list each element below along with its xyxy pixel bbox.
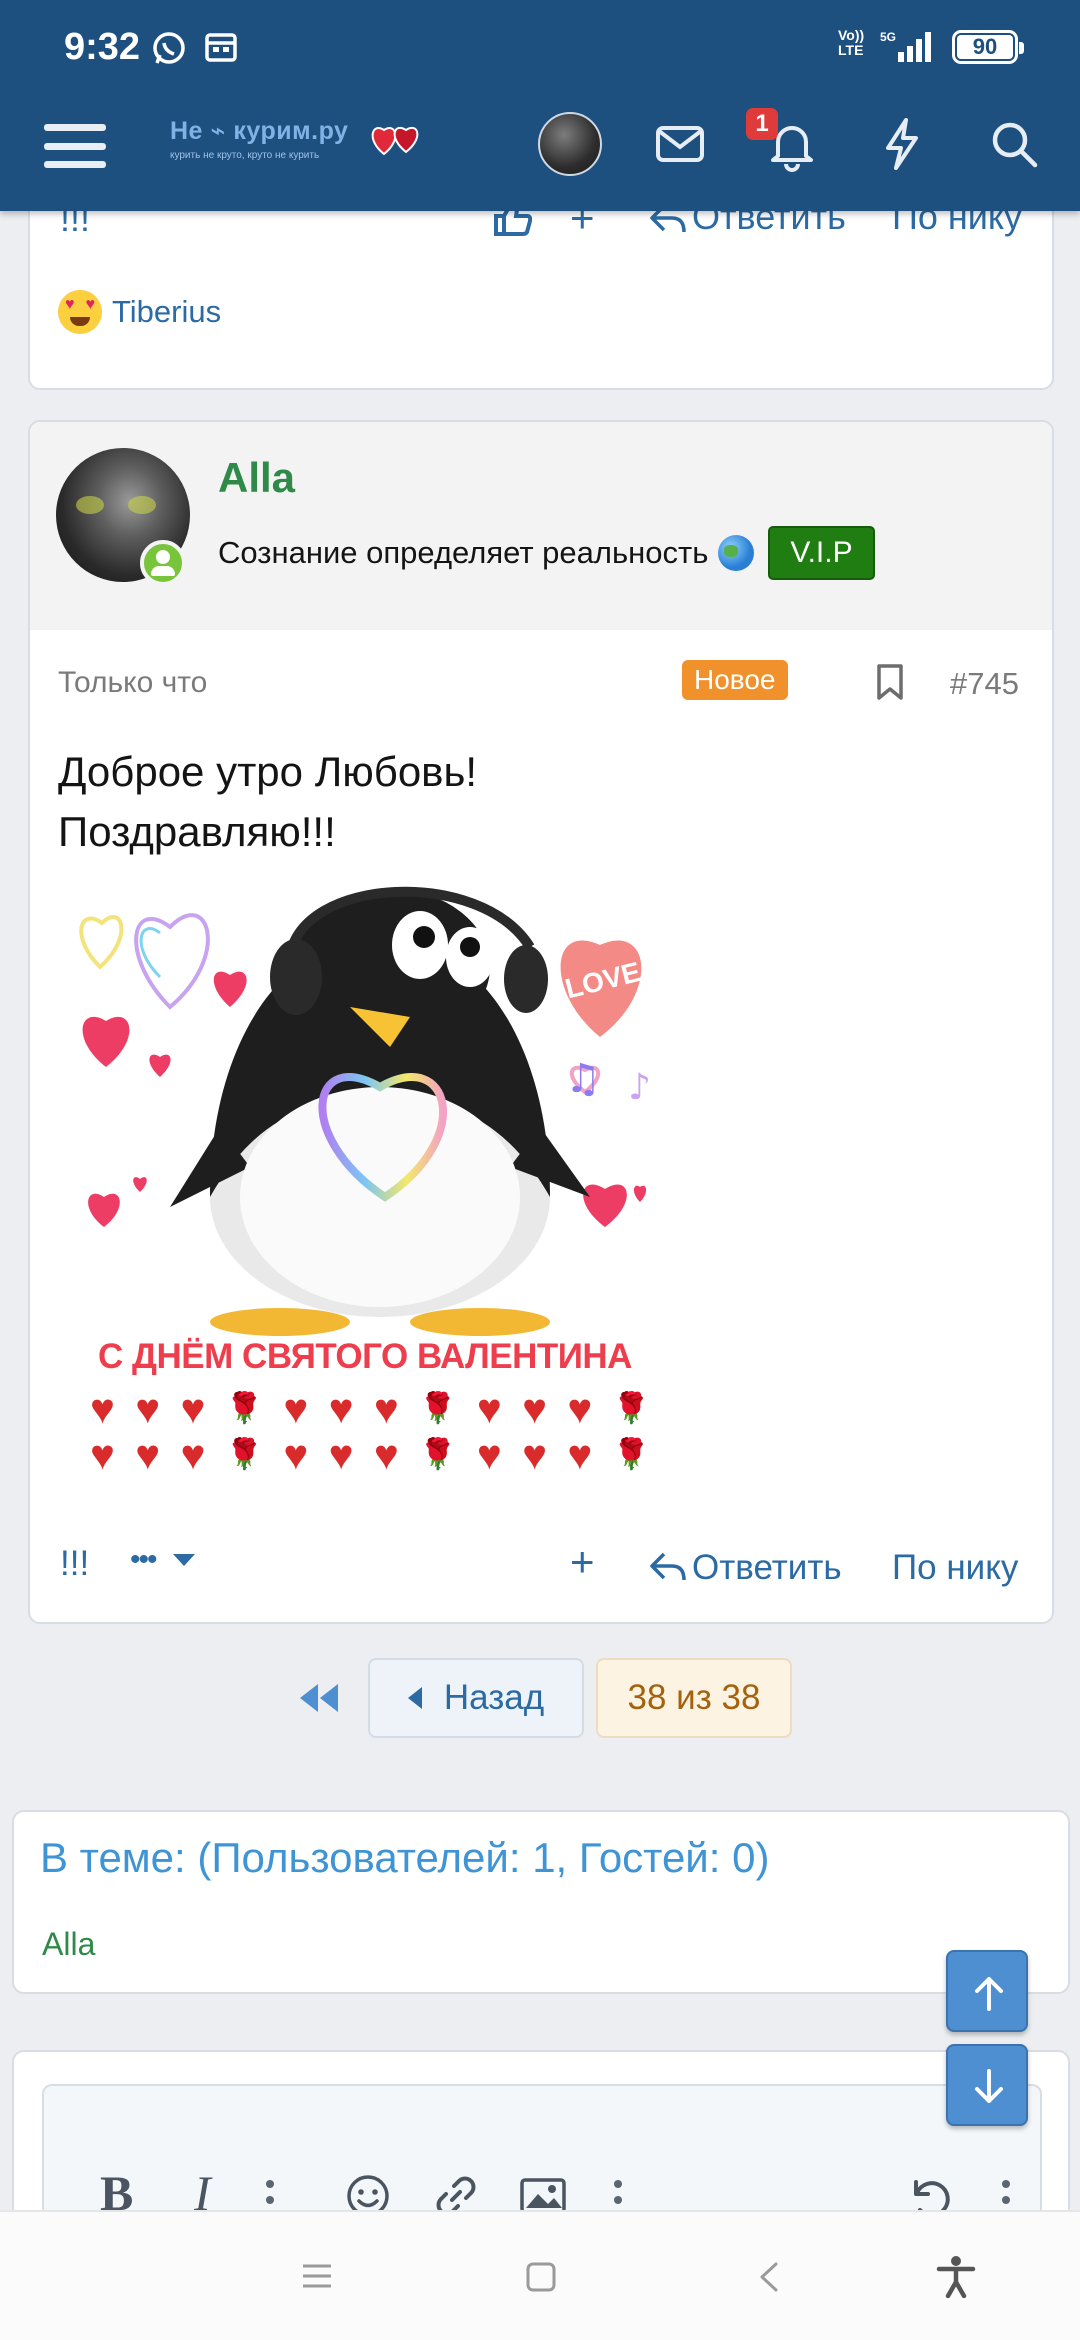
arrow-up-icon [975,1977,1003,2011]
previous-page-label: Назад [443,1678,545,1717]
post-actions: !!! ••• + Ответить По нику [30,1538,1052,1600]
author-name[interactable]: Alla [218,454,295,502]
navbar: Не ⌁ курим.ру курить не круто, круто не … [0,96,1080,211]
music-note-icon: ♪ [628,1067,651,1108]
image-caption: С ДНЁМ СВЯТОГО ВАЛЕНТИНА [98,1337,632,1376]
notification-badge: 1 [746,108,778,140]
post-card: Alla Сознание определяет реальность V.I.… [28,420,1054,1624]
message-line: Поздравляю!!! [58,808,336,855]
hearts-roses-row: ♥ ♥ ♥ 🌹 ♥ ♥ ♥ 🌹 ♥ ♥ ♥ 🌹 [90,1431,650,1473]
author-title: Сознание определяет реальность V.I.P [218,526,875,580]
accessibility-icon[interactable] [934,2254,978,2298]
search-icon[interactable] [986,116,1042,172]
report-link[interactable]: !!! [60,1544,89,1584]
status-bar: 9:32 Vo)) LTE 5G 90 [0,0,1080,96]
reaction-list[interactable]: Tiberius [58,290,221,334]
battery-indicator: 90 [952,30,1024,64]
reply-icon [650,1552,686,1581]
user-avatar[interactable] [538,112,602,176]
message-line: Доброе утро Любовь! [58,748,478,795]
in-topic-title: В теме: (Пользователей: 1, Гостей: 0) [40,1834,770,1881]
by-nick-button[interactable]: По нику [892,1548,1018,1588]
app-header: 9:32 Vo)) LTE 5G 90 Не ⌁ курим.ру курить… [0,0,1080,211]
svg-text:5G: 5G [880,30,896,44]
current-page-indicator[interactable]: 38 из 38 [596,1658,792,1738]
status-time: 9:32 [64,26,141,68]
chevron-down-icon [173,1553,196,1566]
arrow-down-icon [975,2069,1003,2103]
post-message: Доброе утро Любовь! Поздравляю!!! [58,742,477,862]
new-badge: Новое [682,660,788,700]
previous-page-button[interactable]: Назад [368,1658,584,1738]
site-logo[interactable]: Не ⌁ курим.ру курить не круто, круто не … [170,116,430,182]
post-time[interactable]: Только что [58,666,207,700]
hearts-icon [371,127,419,156]
reply-button[interactable]: Ответить [692,1548,842,1588]
mail-icon[interactable] [652,116,708,172]
in-topic-block: В теме: (Пользователей: 1, Гостей: 0) Al… [12,1810,1070,1994]
music-note-icon: ♫ [565,1056,601,1102]
whatsapp-icon [153,32,185,64]
caret-left-icon [407,1687,422,1709]
heart-eyes-emoji-icon [58,290,102,334]
back-icon[interactable] [756,2260,782,2294]
vip-badge: V.I.P [768,526,875,580]
penguin-illustration: LOVE ♫ ♪ [79,886,651,1336]
system-navigation-bar [0,2210,1080,2340]
reactor-name[interactable]: Tiberius [112,294,221,330]
recent-apps-icon[interactable] [300,2262,334,2290]
scroll-down-button[interactable] [946,2044,1028,2126]
home-icon[interactable] [524,2260,558,2294]
more-actions-button[interactable]: ••• [130,1538,196,1578]
post-number[interactable]: #745 [950,666,1019,702]
menu-icon[interactable] [44,118,106,174]
valentine-penguin-image[interactable]: LOVE ♫ ♪ С ДНЁМ СВЯТОГО ВАЛЕНТИНА ♥ ♥ ♥ … [60,867,670,1472]
first-page-icon[interactable] [296,1680,342,1716]
volte-indicator: Vo)) LTE [838,27,865,58]
signal-icon: 5G [880,30,931,62]
in-topic-user[interactable]: Alla [42,1926,95,1963]
post-author-header: Alla Сознание определяет реальность V.I.… [30,422,1052,630]
add-reaction-button[interactable]: + [570,1538,595,1586]
online-status-icon [140,540,186,586]
globe-icon [718,535,755,571]
hearts-roses-row: ♥ ♥ ♥ 🌹 ♥ ♥ ♥ 🌹 ♥ ♥ ♥ 🌹 [90,1385,650,1432]
scroll-up-button[interactable] [946,1950,1028,2032]
lightning-icon[interactable] [874,116,930,172]
bookmark-icon[interactable] [872,662,908,702]
calendar-icon [205,33,237,62]
previous-post: !!! + Ответить По нику Tiberius [28,180,1054,390]
